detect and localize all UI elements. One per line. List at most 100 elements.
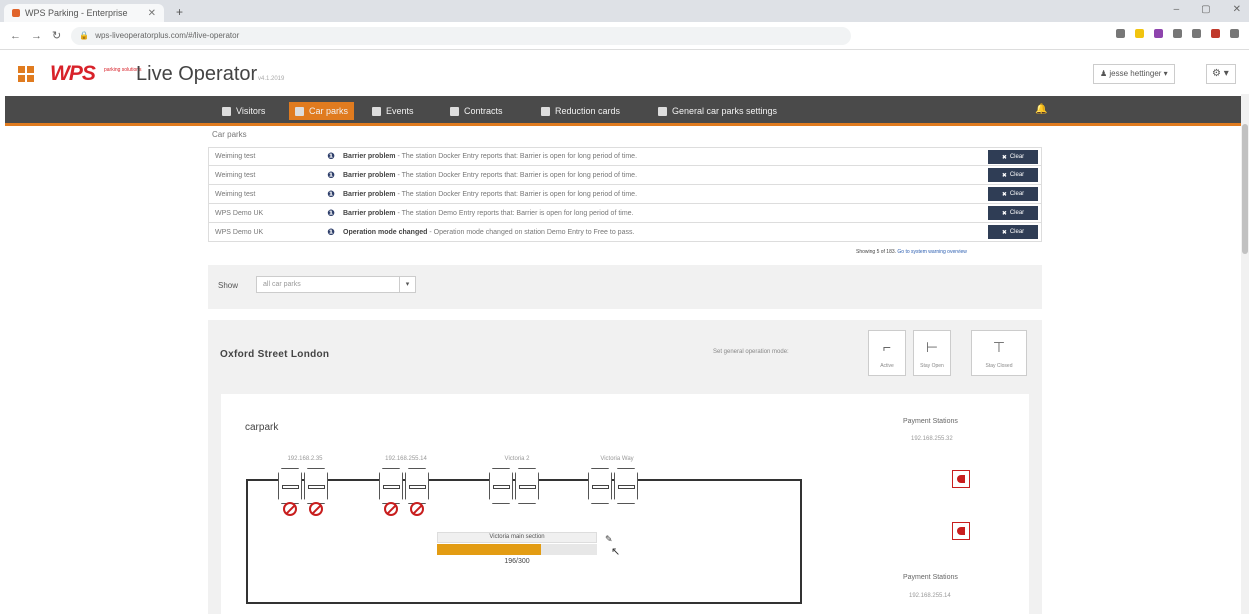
alert-row: Weiming test ❶ Barrier problem - The stati… xyxy=(208,185,1042,204)
tab-label: Car parks xyxy=(309,106,349,116)
forward-icon[interactable]: → xyxy=(31,30,42,42)
barrier-warning-icon xyxy=(283,502,297,516)
alert-message: Barrier problem - The station Docker Ent… xyxy=(343,191,637,198)
page-scrollbar[interactable] xyxy=(1241,94,1249,614)
lane-label: Victoria Way xyxy=(600,456,634,462)
scrollbar-thumb[interactable] xyxy=(1242,124,1248,254)
alert-text: - Operation mode changed on station Demo… xyxy=(427,228,635,236)
tab-contracts[interactable]: Contracts xyxy=(450,103,503,119)
user-name: jesse hettinger ▾ xyxy=(1109,69,1168,78)
close-window-button[interactable]: ✕ xyxy=(1233,4,1241,15)
reload-icon[interactable]: ↻ xyxy=(52,29,61,42)
tab-reduction-cards[interactable]: Reduction cards xyxy=(541,103,620,119)
tab-close-icon[interactable]: ✕ xyxy=(148,8,156,19)
alert-text: - The station Docker Entry reports that:… xyxy=(395,190,638,198)
car-parks-icon xyxy=(295,106,304,116)
tab-visitors[interactable]: Visitors xyxy=(222,103,265,119)
alert-list: Weiming test ❶ Barrier problem - The stati… xyxy=(208,147,1042,242)
clear-alert-button[interactable]: ✖ Clear xyxy=(988,206,1038,220)
payment-station-ip: 192.168.255.14 xyxy=(909,593,951,599)
alert-row: Weiming test ❶ Barrier problem - The stati… xyxy=(208,166,1042,185)
showing-text: Showing 5 of 183. xyxy=(856,249,897,255)
payment-station-icon[interactable] xyxy=(952,522,970,540)
browser-tab[interactable]: WPS Parking - Enterprise ✕ xyxy=(4,4,164,22)
extension-icon[interactable] xyxy=(1116,29,1125,38)
alert-message: Barrier problem - The station Docker Ent… xyxy=(343,153,637,160)
select-value: all car parks xyxy=(263,281,301,288)
payment-station-ip: 192.168.255.32 xyxy=(911,436,953,442)
close-icon: ✖ xyxy=(1001,154,1007,161)
tab-events[interactable]: Events xyxy=(372,103,414,119)
url-input[interactable]: 🔒 wps-liveoperatorplus.com/#/live-operat… xyxy=(71,26,852,45)
tab-title: WPS Parking - Enterprise xyxy=(25,8,128,18)
exit-station[interactable] xyxy=(614,468,638,504)
clear-alert-button[interactable]: ✖ Clear xyxy=(988,225,1038,239)
apps-grid-icon[interactable] xyxy=(18,66,34,82)
clear-alert-button[interactable]: ✖ Clear xyxy=(988,150,1038,164)
new-tab-button[interactable]: + xyxy=(176,5,183,19)
show-label: Show xyxy=(218,281,239,290)
clear-alert-button[interactable]: ✖ Clear xyxy=(988,187,1038,201)
maximize-button[interactable]: ▢ xyxy=(1201,4,1210,15)
extension-icon[interactable] xyxy=(1135,29,1144,38)
alert-message: Barrier problem - The station Demo Entry… xyxy=(343,210,634,217)
carpark-title: carpark xyxy=(245,422,279,433)
entry-station[interactable] xyxy=(278,468,302,504)
minimize-button[interactable]: – xyxy=(1174,4,1180,15)
visitors-icon xyxy=(222,106,231,116)
filter-panel: Show all car parks ▾ xyxy=(208,265,1042,309)
notification-bell-icon[interactable]: 🔔 xyxy=(1035,104,1047,115)
edit-pencil-icon[interactable]: ✎ xyxy=(605,534,613,545)
tab-general-settings[interactable]: General car parks settings xyxy=(658,103,777,119)
info-icon: ❶ xyxy=(327,188,335,199)
clear-alert-button[interactable]: ✖ Clear xyxy=(988,168,1038,182)
info-icon: ❶ xyxy=(327,226,335,237)
op-active-button[interactable]: ⌐ Active xyxy=(868,330,906,376)
chevron-down-icon: ▾ xyxy=(399,277,415,292)
car-park-select[interactable]: all car parks ▾ xyxy=(256,276,416,293)
op-stay-open-button[interactable]: ⊢ Stay Open xyxy=(913,330,951,376)
user-menu[interactable]: ♟ jesse hettinger ▾ xyxy=(1093,64,1175,84)
settings-menu[interactable]: ⚙ ▾ xyxy=(1206,64,1236,84)
exit-station[interactable] xyxy=(304,468,328,504)
tab-label: Events xyxy=(386,106,414,116)
extension-icon[interactable] xyxy=(1154,29,1163,38)
info-icon: ❶ xyxy=(327,207,335,218)
entry-station[interactable] xyxy=(379,468,403,504)
entry-station[interactable] xyxy=(588,468,612,504)
barrier-warning-icon xyxy=(384,502,398,516)
alert-message: Operation mode changed - Operation mode … xyxy=(343,229,634,236)
occupancy-fill xyxy=(437,544,541,555)
entry-station[interactable] xyxy=(489,468,513,504)
clear-label: Clear xyxy=(1009,229,1025,235)
car-park-name: Oxford Street London xyxy=(220,349,330,360)
extension-icon[interactable] xyxy=(1192,29,1201,38)
extension-icon[interactable] xyxy=(1211,29,1220,38)
op-stay-closed-button[interactable]: ⊤ Stay Closed xyxy=(971,330,1027,376)
barrier-warning-icon xyxy=(410,502,424,516)
lane-label: Victoria 2 xyxy=(504,456,530,462)
barrier-closed-icon: ⊤ xyxy=(992,339,1006,355)
extension-icon[interactable] xyxy=(1173,29,1182,38)
close-icon: ✖ xyxy=(1001,210,1007,217)
exit-station[interactable] xyxy=(405,468,429,504)
op-button-label: Stay Open xyxy=(920,363,944,369)
section-label: Car parks xyxy=(212,130,247,139)
alert-car-park: Weiming test xyxy=(215,171,256,179)
alert-text: - The station Docker Entry reports that:… xyxy=(395,171,638,179)
clear-label: Clear xyxy=(1009,191,1025,197)
window-controls: – ▢ ✕ xyxy=(1174,4,1241,15)
clear-label: Clear xyxy=(1009,172,1025,178)
alert-message: Barrier problem - The station Docker Ent… xyxy=(343,172,637,179)
back-icon[interactable]: ← xyxy=(10,30,21,42)
alert-title: Barrier problem xyxy=(343,190,396,198)
info-icon: ❶ xyxy=(327,151,335,161)
payment-station-icon[interactable] xyxy=(952,470,970,488)
extension-icon[interactable] xyxy=(1230,29,1239,38)
alert-car-park: WPS Demo UK xyxy=(215,228,264,236)
alert-title: Barrier problem xyxy=(343,209,396,217)
warning-overview-link[interactable]: Go to system warning overview xyxy=(897,249,966,255)
info-icon: ❶ xyxy=(327,169,335,180)
tab-car-parks[interactable]: Car parks xyxy=(289,102,355,120)
exit-station[interactable] xyxy=(515,468,539,504)
